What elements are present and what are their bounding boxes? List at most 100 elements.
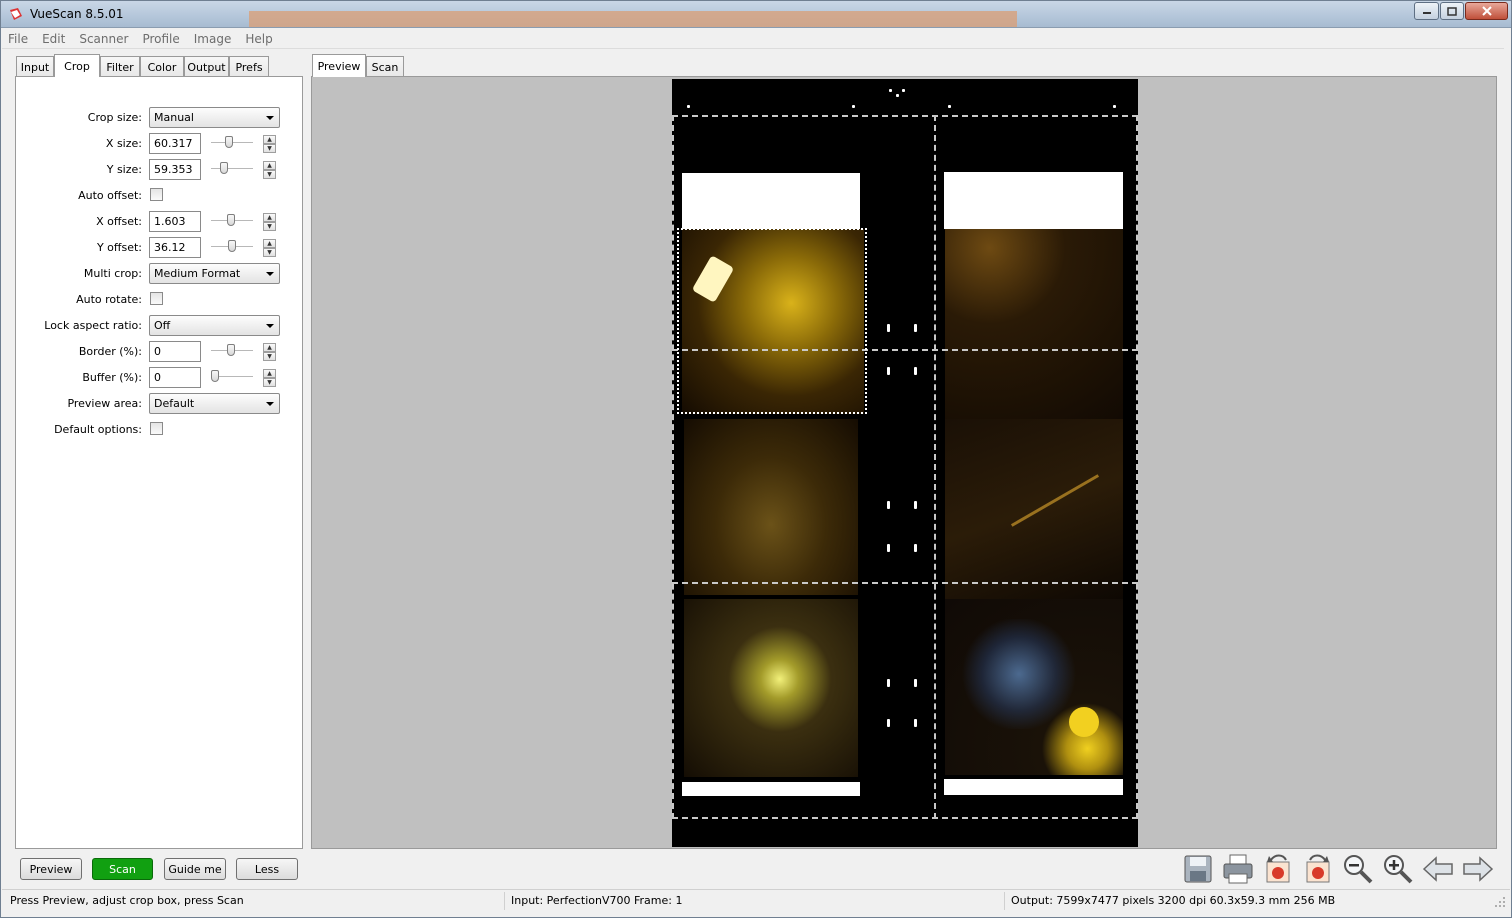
spin-down-icon[interactable]: ▼ bbox=[263, 248, 276, 257]
spin-up-icon[interactable]: ▲ bbox=[263, 369, 276, 378]
preview-area-value: Default bbox=[154, 397, 195, 410]
slider-thumb[interactable] bbox=[225, 136, 233, 148]
guide-me-button[interactable]: Guide me bbox=[164, 858, 226, 880]
x-offset-spinner[interactable]: ▲ ▼ bbox=[263, 213, 276, 232]
zoom-out-icon[interactable] bbox=[1341, 852, 1375, 886]
y-size-slider[interactable] bbox=[211, 159, 253, 179]
auto-rotate-checkbox[interactable] bbox=[150, 292, 163, 305]
spin-down-icon[interactable]: ▼ bbox=[263, 144, 276, 153]
menu-file[interactable]: File bbox=[8, 32, 28, 46]
spin-up-icon[interactable]: ▲ bbox=[263, 213, 276, 222]
tab-prefs[interactable]: Prefs bbox=[229, 56, 269, 78]
previous-arrow-icon[interactable] bbox=[1421, 852, 1455, 886]
print-icon[interactable] bbox=[1221, 852, 1255, 886]
y-offset-slider[interactable] bbox=[211, 237, 253, 257]
slider-thumb[interactable] bbox=[228, 240, 236, 252]
menu-image[interactable]: Image bbox=[194, 32, 232, 46]
border-label: Border (%): bbox=[78, 345, 142, 358]
y-offset-spinner[interactable]: ▲ ▼ bbox=[263, 239, 276, 258]
lock-aspect-select[interactable]: Off bbox=[149, 315, 280, 336]
menu-scanner[interactable]: Scanner bbox=[79, 32, 128, 46]
border-spinner[interactable]: ▲ ▼ bbox=[263, 343, 276, 362]
crop-divider[interactable] bbox=[934, 115, 936, 819]
spin-up-icon[interactable]: ▲ bbox=[263, 343, 276, 352]
dropdown-arrow-icon bbox=[266, 402, 274, 406]
maximize-button[interactable] bbox=[1440, 2, 1464, 20]
tab-input[interactable]: Input bbox=[16, 56, 54, 78]
preview-button[interactable]: Preview bbox=[20, 858, 82, 880]
slider-thumb[interactable] bbox=[220, 162, 228, 174]
lock-aspect-value: Off bbox=[154, 319, 171, 332]
spin-down-icon[interactable]: ▼ bbox=[263, 378, 276, 387]
status-bar: Press Preview, adjust crop box, press Sc… bbox=[2, 889, 1510, 911]
save-icon[interactable] bbox=[1181, 852, 1215, 886]
tab-scan[interactable]: Scan bbox=[366, 56, 404, 78]
slider-thumb[interactable] bbox=[211, 370, 219, 382]
y-size-spinner[interactable]: ▲ ▼ bbox=[263, 161, 276, 180]
next-arrow-icon[interactable] bbox=[1461, 852, 1495, 886]
sprocket-dot bbox=[687, 105, 690, 108]
selected-crop-box[interactable] bbox=[677, 228, 867, 414]
zoom-in-icon[interactable] bbox=[1381, 852, 1415, 886]
scan-button[interactable]: Scan bbox=[92, 858, 153, 880]
close-button[interactable] bbox=[1465, 2, 1508, 20]
spin-up-icon[interactable]: ▲ bbox=[263, 161, 276, 170]
default-options-checkbox[interactable] bbox=[150, 422, 163, 435]
auto-rotate-label: Auto rotate: bbox=[76, 293, 142, 306]
preview-area-select[interactable]: Default bbox=[149, 393, 280, 414]
border-slider[interactable] bbox=[211, 341, 253, 361]
film-strip-preview[interactable] bbox=[672, 79, 1138, 847]
preview-area-label: Preview area: bbox=[67, 397, 142, 410]
status-output: Output: 7599x7477 pixels 3200 dpi 60.3x5… bbox=[1011, 894, 1336, 907]
buffer-slider[interactable] bbox=[211, 367, 253, 387]
close-icon bbox=[1481, 6, 1492, 16]
menu-help[interactable]: Help bbox=[245, 32, 272, 46]
tab-output[interactable]: Output bbox=[184, 56, 229, 78]
multi-crop-label: Multi crop: bbox=[83, 267, 142, 280]
crop-divider[interactable] bbox=[672, 582, 1138, 584]
resize-grip-icon[interactable] bbox=[1494, 896, 1506, 908]
rotate-left-icon[interactable] bbox=[1261, 852, 1295, 886]
maximize-icon bbox=[1447, 6, 1457, 16]
x-offset-slider[interactable] bbox=[211, 211, 253, 231]
multi-crop-outline[interactable] bbox=[672, 115, 1138, 819]
preview-canvas[interactable] bbox=[315, 79, 1493, 847]
spin-down-icon[interactable]: ▼ bbox=[263, 352, 276, 361]
multi-crop-select[interactable]: Medium Format bbox=[149, 263, 280, 284]
tab-filter[interactable]: Filter bbox=[100, 56, 140, 78]
menu-profile[interactable]: Profile bbox=[142, 32, 179, 46]
x-offset-input[interactable]: 1.603 bbox=[149, 211, 201, 232]
dropdown-arrow-icon bbox=[266, 272, 274, 276]
y-size-input[interactable]: 59.353 bbox=[149, 159, 201, 180]
slider-thumb[interactable] bbox=[227, 344, 235, 356]
slider-thumb[interactable] bbox=[227, 214, 235, 226]
minimize-icon bbox=[1422, 12, 1431, 14]
tab-crop[interactable]: Crop bbox=[54, 54, 100, 77]
vuescan-window: VueScan 8.5.01 File Edit Scanner Profile… bbox=[0, 0, 1512, 918]
tab-preview[interactable]: Preview bbox=[312, 54, 366, 77]
status-input: Input: PerfectionV700 Frame: 1 bbox=[505, 892, 1005, 910]
tab-color[interactable]: Color bbox=[140, 56, 184, 78]
preview-pane bbox=[311, 76, 1497, 849]
spin-up-icon[interactable]: ▲ bbox=[263, 239, 276, 248]
buffer-input[interactable]: 0 bbox=[149, 367, 201, 388]
sprocket-dot bbox=[948, 105, 951, 108]
sprocket-dot bbox=[1113, 105, 1116, 108]
spin-up-icon[interactable]: ▲ bbox=[263, 135, 276, 144]
x-size-slider[interactable] bbox=[211, 133, 253, 153]
spin-down-icon[interactable]: ▼ bbox=[263, 170, 276, 179]
x-size-spinner[interactable]: ▲ ▼ bbox=[263, 135, 276, 154]
crop-size-select[interactable]: Manual bbox=[149, 107, 280, 128]
y-offset-input[interactable]: 36.12 bbox=[149, 237, 201, 258]
default-options-label: Default options: bbox=[54, 423, 142, 436]
menu-edit[interactable]: Edit bbox=[42, 32, 65, 46]
buffer-spinner[interactable]: ▲ ▼ bbox=[263, 369, 276, 388]
auto-offset-checkbox[interactable] bbox=[150, 188, 163, 201]
dropdown-arrow-icon bbox=[266, 116, 274, 120]
rotate-right-icon[interactable] bbox=[1301, 852, 1335, 886]
less-button[interactable]: Less bbox=[236, 858, 298, 880]
border-input[interactable]: 0 bbox=[149, 341, 201, 362]
spin-down-icon[interactable]: ▼ bbox=[263, 222, 276, 231]
minimize-button[interactable] bbox=[1414, 2, 1439, 20]
x-size-input[interactable]: 60.317 bbox=[149, 133, 201, 154]
